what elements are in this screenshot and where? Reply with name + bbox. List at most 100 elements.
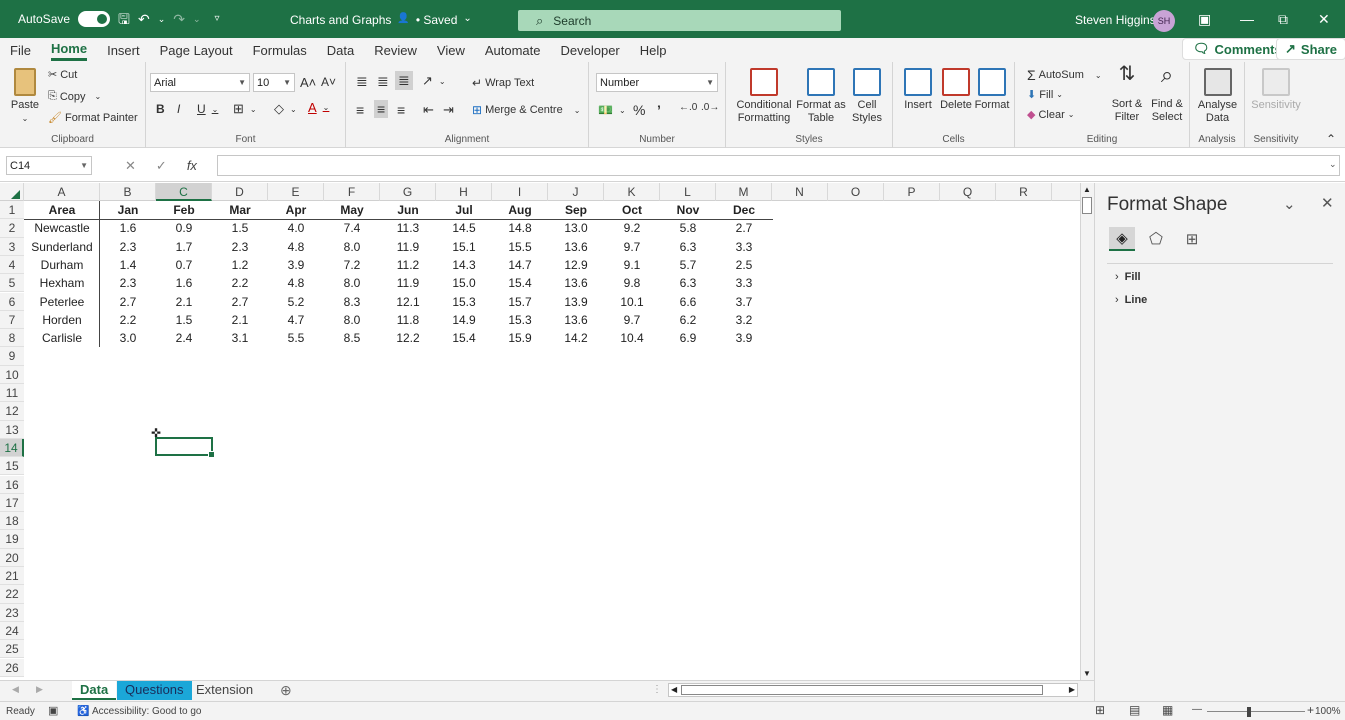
tab-developer[interactable]: Developer xyxy=(561,41,620,60)
increase-indent-icon[interactable]: ⇥ xyxy=(443,102,454,118)
data-cell[interactable]: 2.5 xyxy=(716,256,772,274)
align-left-icon[interactable]: ≡ xyxy=(356,102,364,118)
vertical-scrollbar[interactable]: ▲ ▼ xyxy=(1080,183,1094,680)
row-header-5[interactable]: 5 xyxy=(0,274,24,293)
avatar[interactable]: SH xyxy=(1153,10,1175,32)
data-cell[interactable]: 2.7 xyxy=(716,219,772,237)
cut-button[interactable]: ✂ Cut xyxy=(48,68,77,82)
data-cell[interactable]: 12.2 xyxy=(380,329,436,347)
row-header-6[interactable]: 6 xyxy=(0,292,24,311)
data-cell[interactable]: 13.6 xyxy=(548,238,604,256)
align-center-icon[interactable]: ≡ xyxy=(374,100,389,118)
data-cell[interactable]: 15.3 xyxy=(492,311,548,329)
data-cell[interactable]: 11.3 xyxy=(380,219,436,237)
header-cell[interactable]: Mar xyxy=(212,201,268,219)
column-header-h[interactable]: H xyxy=(436,183,492,201)
format-cells-button[interactable]: Format xyxy=(973,68,1011,112)
data-cell[interactable]: 5.8 xyxy=(660,219,716,237)
row-header-2[interactable]: 2 xyxy=(0,219,24,238)
decrease-indent-icon[interactable]: ⇤ xyxy=(423,102,434,118)
data-cell[interactable]: 2.4 xyxy=(156,329,212,347)
row-header-3[interactable]: 3 xyxy=(0,237,24,256)
data-cell[interactable]: 2.2 xyxy=(100,311,156,329)
normal-view-icon[interactable]: ⊞ xyxy=(1095,703,1105,717)
insert-function-icon[interactable]: fx xyxy=(187,158,197,174)
add-sheet-icon[interactable]: ⊕ xyxy=(280,682,292,699)
column-header-o[interactable]: O xyxy=(828,183,884,201)
data-cell[interactable]: 2.3 xyxy=(100,274,156,292)
column-header-p[interactable]: P xyxy=(884,183,940,201)
font-size-select[interactable]: 10 ▼ xyxy=(253,73,295,92)
data-cell[interactable]: 14.2 xyxy=(548,329,604,347)
cell-styles-button[interactable]: Cell Styles xyxy=(846,68,888,125)
accounting-icon[interactable]: 💵 ⌄ xyxy=(598,103,626,117)
data-cell[interactable]: 9.7 xyxy=(604,311,660,329)
bold-icon[interactable]: B xyxy=(156,102,165,116)
data-cell[interactable]: 2.3 xyxy=(212,238,268,256)
data-cell[interactable]: 14.9 xyxy=(436,311,492,329)
area-cell[interactable]: Hexham xyxy=(24,274,100,292)
data-cell[interactable]: 9.7 xyxy=(604,238,660,256)
data-cell[interactable]: 9.8 xyxy=(604,274,660,292)
data-cell[interactable]: 3.1 xyxy=(212,329,268,347)
header-cell[interactable]: Area xyxy=(24,201,100,219)
row-header-21[interactable]: 21 xyxy=(0,567,24,586)
data-cell[interactable]: 13.6 xyxy=(548,311,604,329)
data-cell[interactable]: 2.2 xyxy=(212,274,268,292)
data-cell[interactable]: 10.4 xyxy=(604,329,660,347)
font-color-icon[interactable]: A ⌄ xyxy=(308,100,329,115)
collapse-ribbon-icon[interactable]: ⌃ xyxy=(1326,132,1336,146)
column-header-c[interactable]: C xyxy=(156,183,212,201)
worksheet-grid[interactable]: ABCDEFGHIJKLMNOPQR 1 2 3 4 5 6 7 8 9 10 11 12 13 14 15… xyxy=(0,183,1080,680)
row-header-18[interactable]: 18 xyxy=(0,512,24,531)
row-header-15[interactable]: 15 xyxy=(0,457,24,476)
header-cell[interactable]: Jul xyxy=(436,201,492,219)
column-header-b[interactable]: B xyxy=(100,183,156,201)
header-cell[interactable]: Nov xyxy=(660,201,716,219)
header-cell[interactable]: Oct xyxy=(604,201,660,219)
data-cell[interactable]: 11.2 xyxy=(380,256,436,274)
tab-review[interactable]: Review xyxy=(374,41,417,60)
fill-section[interactable]: › Fill xyxy=(1115,271,1141,283)
increase-decimal-icon[interactable]: ←.0 xyxy=(679,102,697,113)
row-header-8[interactable]: 8 xyxy=(0,329,24,348)
data-cell[interactable]: 1.5 xyxy=(212,219,268,237)
data-cell[interactable]: 1.7 xyxy=(156,238,212,256)
zoom-out-icon[interactable]: — xyxy=(1192,704,1202,715)
sheet-tab-data[interactable]: Data xyxy=(72,681,117,700)
prev-sheet-icon[interactable]: ◀ xyxy=(12,684,19,695)
data-cell[interactable]: 6.2 xyxy=(660,311,716,329)
data-cell[interactable]: 4.8 xyxy=(268,238,324,256)
header-cell[interactable]: Dec xyxy=(716,201,772,219)
cancel-icon[interactable]: ✕ xyxy=(125,158,136,174)
row-header-12[interactable]: 12 xyxy=(0,402,24,421)
data-cell[interactable]: 9.2 xyxy=(604,219,660,237)
area-cell[interactable]: Newcastle xyxy=(24,219,100,237)
column-header-d[interactable]: D xyxy=(212,183,268,201)
size-properties-tab[interactable]: ⊞ xyxy=(1179,227,1205,251)
data-cell[interactable]: 4.0 xyxy=(268,219,324,237)
column-header-a[interactable]: A xyxy=(24,183,100,201)
decrease-decimal-icon[interactable]: .0→ xyxy=(701,102,719,113)
row-header-20[interactable]: 20 xyxy=(0,548,24,567)
horizontal-scrollbar[interactable]: ◀ ▶ xyxy=(668,683,1078,697)
select-all-button[interactable] xyxy=(0,183,24,201)
format-painter-button[interactable]: 🖌 Format Painter xyxy=(48,111,138,125)
tab-home[interactable]: Home xyxy=(50,39,88,61)
align-right-icon[interactable]: ≡ xyxy=(397,102,405,118)
column-header-f[interactable]: F xyxy=(324,183,380,201)
data-cell[interactable]: 2.3 xyxy=(100,238,156,256)
data-cell[interactable]: 4.7 xyxy=(268,311,324,329)
wrap-text-button[interactable]: ↵ Wrap Text xyxy=(472,76,534,90)
save-icon[interactable]: 🖫 xyxy=(118,12,130,26)
data-cell[interactable]: 3.7 xyxy=(716,293,772,311)
area-cell[interactable]: Carlisle xyxy=(24,329,100,347)
data-cell[interactable]: 14.7 xyxy=(492,256,548,274)
column-header-m[interactable]: M xyxy=(716,183,772,201)
row-header-17[interactable]: 17 xyxy=(0,493,24,513)
data-cell[interactable]: 5.2 xyxy=(268,293,324,311)
fill-color-icon[interactable]: ◇ ⌄ xyxy=(274,101,297,117)
increase-font-icon[interactable]: A˄ xyxy=(300,75,316,90)
underline-icon[interactable]: U ⌄ xyxy=(197,102,218,116)
user-name[interactable]: Steven Higgins xyxy=(1075,13,1156,27)
